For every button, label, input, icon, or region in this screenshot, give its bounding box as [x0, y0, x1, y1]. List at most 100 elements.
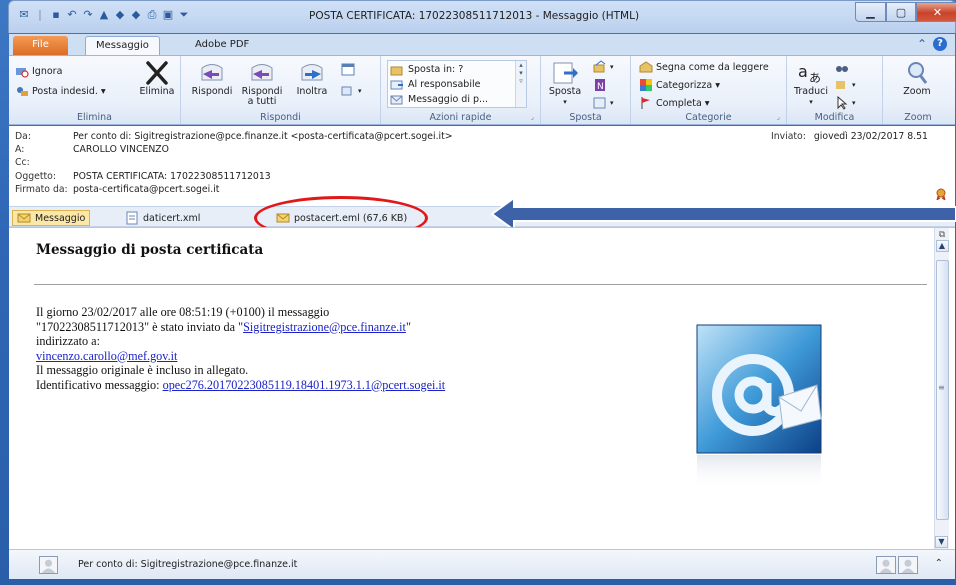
customize-toolbar-icon[interactable]: ⏷	[177, 8, 191, 22]
mark-unread-icon	[639, 61, 653, 73]
more-reply-button[interactable]: ▾	[341, 84, 362, 98]
completa-button[interactable]: Completa ▾	[639, 96, 710, 110]
traduci-button[interactable]: aあ Traduci ▾	[793, 60, 829, 107]
inoltra-button[interactable]: Inoltra	[289, 60, 335, 97]
maximize-button[interactable]: ▢	[886, 2, 916, 22]
group-modifica: aあ Traduci ▾ ▾ ▾ Modifica	[787, 56, 883, 124]
reply-all-icon	[251, 64, 273, 81]
group-elimina: Ignora Posta indesid. ▾ Elimina Elimina	[9, 56, 181, 124]
ignore-icon	[16, 68, 29, 78]
quick-access-toolbar: ✉ | ▪ ↶ ↷ ▲ ◆ ◆ ⎙ ▣ ⏷	[17, 7, 191, 23]
quick-step-messaggio-di-posta[interactable]: Messaggio di p...	[390, 92, 488, 107]
attachment-daticert[interactable]: daticert.xml	[121, 210, 204, 226]
rispondi-button[interactable]: Rispondi	[189, 60, 235, 97]
forward-icon	[301, 64, 323, 81]
help-icon[interactable]: ?	[933, 37, 947, 51]
attachment-messaggio[interactable]: Messaggio	[12, 210, 91, 226]
quick-steps-scroll[interactable]: ▴ ▾ ▿	[515, 61, 526, 107]
arrow-right-icon[interactable]: ◆	[129, 8, 143, 22]
tab-messaggio[interactable]: Messaggio	[85, 36, 160, 56]
body-title: Messaggio di posta certificata	[36, 242, 264, 258]
avatar-small-icon[interactable]	[876, 556, 896, 574]
print-icon[interactable]: ⎙	[145, 8, 159, 22]
save-icon[interactable]: ▪	[49, 8, 63, 22]
header-sent: Inviato: giovedì 23/02/2017 8.51	[771, 131, 928, 142]
minimize-icon: ▁	[866, 5, 875, 19]
move-folder-icon	[390, 66, 403, 75]
message-body: Messaggio di posta certificata Il giorno…	[9, 227, 955, 550]
arrow-up-icon[interactable]: ▲	[97, 8, 111, 22]
more-actions-icon	[341, 86, 352, 96]
svg-text:a: a	[798, 62, 808, 81]
junk-mail-icon	[17, 87, 28, 96]
zoom-button[interactable]: Zoom	[895, 60, 939, 97]
move-icon	[553, 62, 578, 84]
tab-file[interactable]: File	[13, 36, 68, 56]
vertical-scrollbar[interactable]: ⧉ ▲ ≡ ▼	[934, 228, 949, 550]
actions-button[interactable]: ▾	[593, 96, 614, 110]
group-sposta: Sposta ▾ ▾ N ▾ Sposta	[541, 56, 631, 124]
maximize-icon: ▢	[895, 5, 907, 19]
ribbon: Ignora Posta indesid. ▾ Elimina Elimina …	[9, 55, 955, 125]
scroll-thumb[interactable]: ≡	[936, 260, 949, 520]
onenote-icon: N	[595, 79, 605, 92]
categorizza-button[interactable]: Categorizza ▾	[639, 78, 720, 92]
scroll-up-arrow[interactable]: ▲	[935, 240, 949, 252]
quick-step-sposta-in[interactable]: Sposta in: ?	[390, 62, 463, 77]
header-subject: Oggetto: POSTA CERTIFICATA: 1702230851171…	[15, 171, 271, 182]
zoom-magnifier-icon	[908, 62, 928, 84]
expand-people-pane-icon[interactable]: ⌃	[935, 558, 943, 569]
sender-link[interactable]: Sigitregistrazione@pce.finanze.it	[243, 320, 406, 334]
find-button[interactable]	[835, 60, 849, 74]
group-zoom: Zoom Zoom	[883, 56, 953, 124]
envelope-app-icon: ✉	[19, 8, 29, 21]
sposta-button[interactable]: Sposta ▾	[545, 60, 585, 107]
posta-indesiderata-button[interactable]: Posta indesid. ▾	[15, 84, 106, 98]
segna-da-leggere-button[interactable]: Segna come da leggere	[639, 60, 769, 74]
meeting-reply-button[interactable]	[341, 62, 355, 76]
svg-text:あ: あ	[809, 71, 821, 85]
actions-icon	[593, 97, 606, 109]
to-manager-icon	[390, 80, 403, 89]
header-from: Da: Per conto di: Sigitregistrazione@pce.…	[15, 131, 453, 142]
people-pane-text: Per conto di: Sigitregistrazione@pce.fin…	[78, 559, 298, 570]
redo-icon[interactable]: ↷	[81, 8, 95, 22]
email-at-sign-image	[696, 324, 822, 491]
message-id-link[interactable]: opec276.20170223085119.18401.1973.1.1@pc…	[163, 378, 446, 392]
scrollbar-split-icon[interactable]: ⧉	[935, 230, 949, 240]
scroll-down-arrow[interactable]: ▼	[935, 536, 948, 548]
group-rispondi: Rispondi Rispondi a tutti Inoltra ▾ Risp…	[181, 56, 381, 124]
related-button[interactable]: ▾	[835, 78, 856, 92]
close-button[interactable]: ✕	[916, 2, 956, 22]
minimize-button[interactable]: ▁	[855, 2, 886, 22]
dialog-launcher-icon[interactable]: ⌟	[531, 113, 534, 121]
header-cc: Cc:	[15, 157, 30, 168]
rispondi-a-tutti-button[interactable]: Rispondi a tutti	[237, 60, 287, 107]
calendar-icon	[341, 63, 355, 76]
tab-adobe-pdf[interactable]: Adobe PDF	[185, 36, 259, 56]
body-text: Il giorno 23/02/2017 alle ore 08:51:19 (…	[36, 305, 446, 392]
print-preview-icon[interactable]: ▣	[161, 8, 175, 22]
onenote-button[interactable]: N	[593, 78, 607, 92]
undo-icon[interactable]: ↶	[65, 8, 79, 22]
categorize-icon	[640, 79, 652, 91]
window-title-bar: ✉ | ▪ ↶ ↷ ▲ ◆ ◆ ⎙ ▣ ⏷ POSTA CERTIFICATA:…	[8, 0, 956, 33]
delete-x-icon	[146, 61, 168, 85]
elimina-button[interactable]: Elimina	[135, 60, 179, 97]
quick-step-al-responsabile[interactable]: Al responsabile	[390, 77, 480, 92]
recipient-link[interactable]: vincenzo.carollo@mef.gov.it	[36, 349, 177, 363]
select-button[interactable]: ▾	[835, 96, 856, 110]
ignora-button[interactable]: Ignora	[15, 64, 62, 78]
avatar[interactable]	[39, 556, 58, 574]
team-email-icon	[390, 95, 403, 104]
body-divider	[34, 284, 927, 285]
avatar-small-icon[interactable]	[898, 556, 918, 574]
dialog-launcher-icon[interactable]: ⌟	[777, 113, 780, 121]
quick-steps-gallery: Sposta in: ? Al responsabile Messaggio d…	[387, 60, 527, 108]
svg-text:N: N	[597, 82, 604, 92]
people-pane: Per conto di: Sigitregistrazione@pce.fin…	[9, 549, 955, 579]
close-icon: ✕	[932, 5, 943, 19]
collapse-ribbon-icon[interactable]: ⌃	[917, 37, 927, 51]
arrow-left-icon[interactable]: ◆	[113, 8, 127, 22]
rules-button[interactable]: ▾	[593, 60, 614, 74]
